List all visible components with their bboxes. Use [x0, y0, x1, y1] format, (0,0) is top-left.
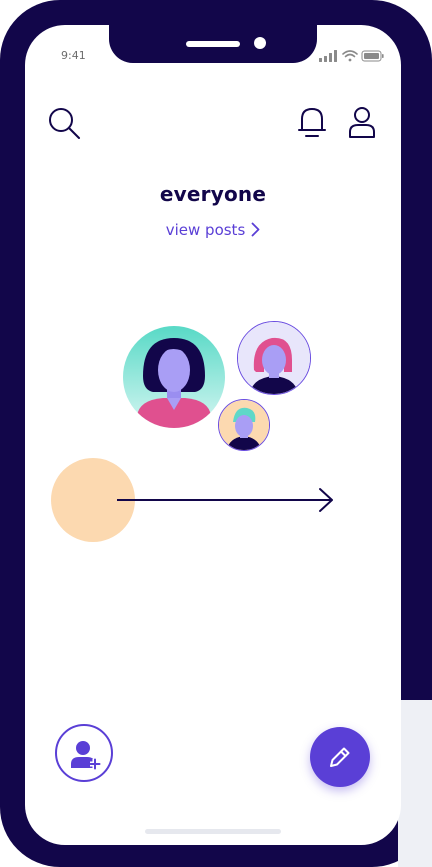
status-time: 9:41: [61, 49, 86, 62]
speaker: [186, 41, 240, 47]
background-shadow: [398, 700, 432, 867]
page-title: everyone: [159, 182, 267, 206]
battery-icon: [361, 50, 384, 62]
bell-icon[interactable]: [293, 105, 329, 141]
wifi-icon: [342, 50, 358, 62]
chevron-right-icon: [251, 222, 260, 241]
user-icon[interactable]: [345, 105, 381, 141]
compose-button[interactable]: [310, 727, 370, 787]
notch: [109, 25, 317, 63]
add-user-icon: [71, 741, 101, 770]
view-posts-link[interactable]: view posts: [25, 221, 401, 241]
camera: [254, 37, 266, 49]
home-indicator[interactable]: [145, 829, 281, 834]
add-user-button[interactable]: [55, 724, 113, 782]
signal-icon: [319, 50, 337, 62]
avatar[interactable]: [218, 399, 270, 451]
avatar[interactable]: [123, 326, 225, 428]
avatar[interactable]: [237, 321, 311, 395]
view-posts-label: view posts: [165, 221, 246, 239]
pencil-icon: [330, 747, 350, 767]
status-icons: [319, 49, 385, 63]
phone-screen: 9:41 everyone view posts: [25, 25, 401, 845]
search-icon[interactable]: [46, 105, 82, 141]
arrow-right-icon: [116, 487, 337, 517]
